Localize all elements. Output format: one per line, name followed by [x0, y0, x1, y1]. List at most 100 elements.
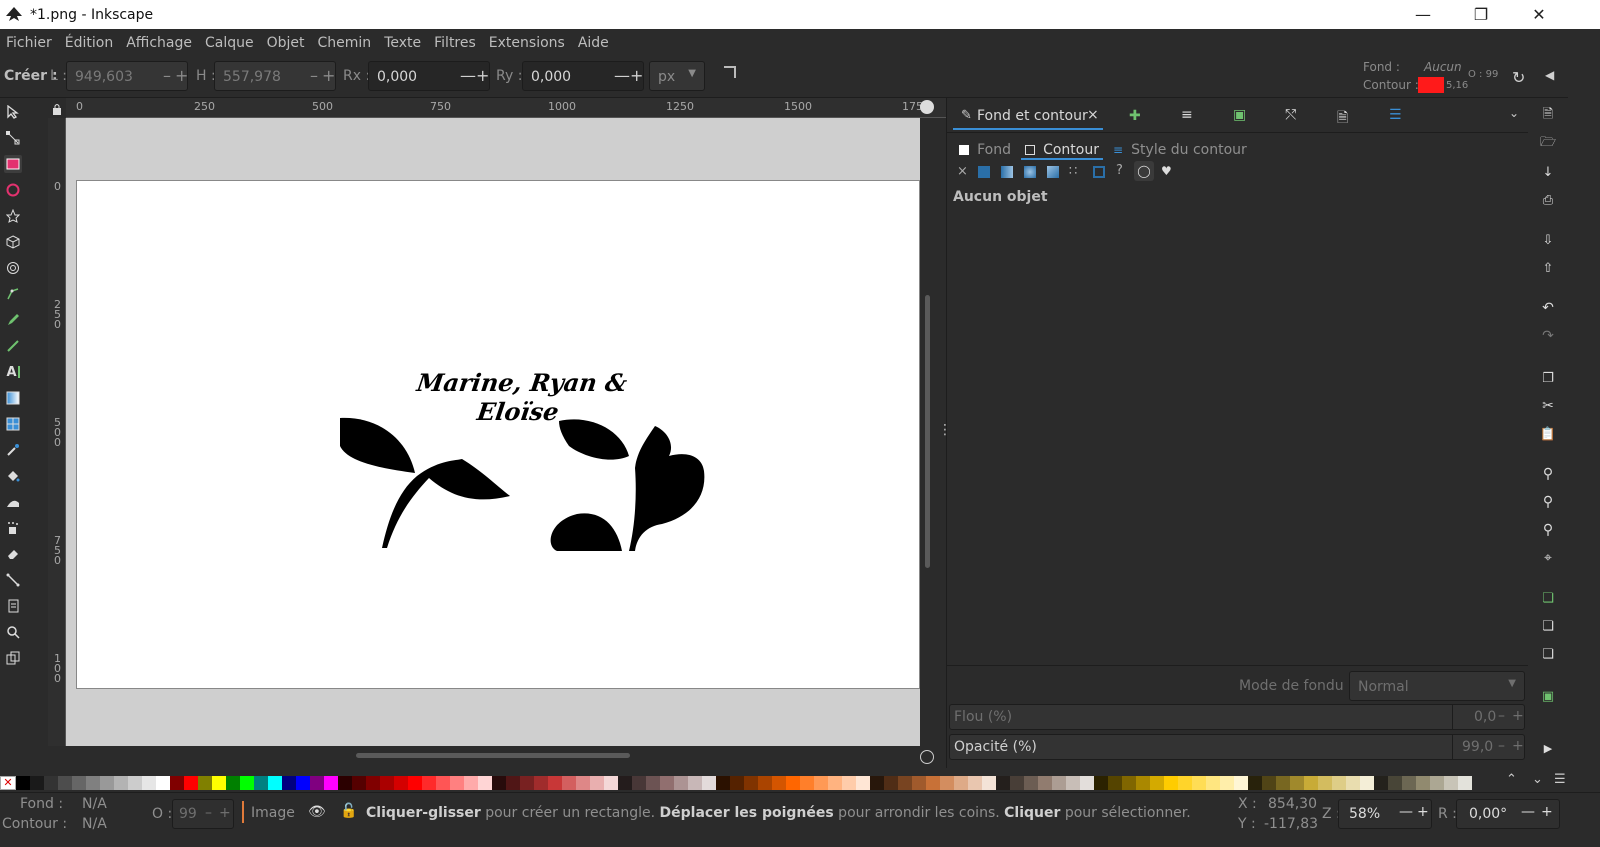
- menu-calque[interactable]: Calque: [205, 35, 254, 51]
- group-icon[interactable]: ▣: [1540, 688, 1556, 704]
- ry-minus-button[interactable]: —: [614, 66, 630, 85]
- document-page[interactable]: Marine, Ryan & Eloïse: [76, 180, 920, 689]
- palette-swatch[interactable]: [324, 776, 338, 790]
- node-tool-icon[interactable]: [4, 129, 22, 147]
- palette-swatch[interactable]: [380, 776, 394, 790]
- menu-chemin[interactable]: Chemin: [318, 35, 372, 51]
- palette-swatch[interactable]: [548, 776, 562, 790]
- print-icon[interactable]: ⎙: [1540, 192, 1556, 208]
- flat-color-icon[interactable]: [978, 166, 990, 178]
- spiral-tool-icon[interactable]: [4, 259, 22, 277]
- palette-swatch[interactable]: [1276, 776, 1290, 790]
- palette-swatch[interactable]: [170, 776, 184, 790]
- palette-swatch[interactable]: [716, 776, 730, 790]
- rx-minus-button[interactable]: —: [460, 66, 476, 85]
- palette-swatch[interactable]: [450, 776, 464, 790]
- palette-swatch[interactable]: [730, 776, 744, 790]
- palette-swatch[interactable]: [198, 776, 212, 790]
- palette-swatch[interactable]: [688, 776, 702, 790]
- palette-swatch[interactable]: [996, 776, 1010, 790]
- palette-scroll-up-icon[interactable]: ⌃: [1506, 772, 1517, 787]
- eraser-tool-icon[interactable]: [4, 545, 22, 563]
- zoom-center-icon[interactable]: ⌖: [1540, 550, 1556, 566]
- palette-swatch[interactable]: [520, 776, 534, 790]
- palette-swatch[interactable]: [310, 776, 324, 790]
- unit-select[interactable]: px ▼: [649, 61, 705, 91]
- palette-scroll-down-icon[interactable]: ⌄: [1532, 772, 1543, 787]
- palette-swatch[interactable]: [982, 776, 996, 790]
- bezier-tool-icon[interactable]: [4, 285, 22, 303]
- menu-extensions[interactable]: Extensions: [489, 35, 565, 51]
- palette-swatch[interactable]: [114, 776, 128, 790]
- pencil-tool-icon[interactable]: [4, 311, 22, 329]
- align-dialog-icon[interactable]: ≡: [1181, 107, 1193, 123]
- palette-swatch[interactable]: [786, 776, 800, 790]
- export-dialog-icon[interactable]: ▣: [1233, 107, 1246, 123]
- menu-objet[interactable]: Objet: [267, 35, 305, 51]
- display-mode-icon[interactable]: [920, 750, 934, 764]
- palette-swatch[interactable]: [1206, 776, 1220, 790]
- palette-swatch[interactable]: [870, 776, 884, 790]
- connector-tool-icon[interactable]: [4, 571, 22, 589]
- menu-edition[interactable]: Édition: [65, 35, 113, 51]
- zoom-input[interactable]: 58% — +: [1338, 799, 1432, 829]
- palette-swatch[interactable]: [1248, 776, 1262, 790]
- rx-plus-button[interactable]: +: [476, 66, 489, 85]
- unlink-clone-icon[interactable]: ❏: [1540, 646, 1556, 662]
- fill-rule-evenodd-icon[interactable]: ◯: [1134, 161, 1154, 181]
- palette-swatch[interactable]: [1430, 776, 1444, 790]
- palette-swatch[interactable]: [436, 776, 450, 790]
- palette-swatch[interactable]: [926, 776, 940, 790]
- zoom-tool-icon[interactable]: [4, 623, 22, 641]
- palette-menu-icon[interactable]: ☰: [1554, 772, 1566, 787]
- mesh-tool-icon[interactable]: [4, 415, 22, 433]
- menu-aide[interactable]: Aide: [578, 35, 609, 51]
- width-plus-button[interactable]: +: [175, 66, 188, 85]
- palette-swatch[interactable]: [254, 776, 268, 790]
- mesh-gradient-icon[interactable]: [1047, 166, 1059, 178]
- vertical-scrollbar[interactable]: ⋮: [920, 118, 952, 746]
- palette-swatch[interactable]: [1066, 776, 1080, 790]
- palette-swatch[interactable]: [212, 776, 226, 790]
- blur-value[interactable]: 0,0: [1474, 709, 1496, 725]
- ry-plus-button[interactable]: +: [630, 66, 643, 85]
- palette-swatch[interactable]: [744, 776, 758, 790]
- palette-swatch[interactable]: [506, 776, 520, 790]
- spray-tool-icon[interactable]: [4, 519, 22, 537]
- paste-icon[interactable]: 📋: [1540, 426, 1556, 442]
- palette-swatch[interactable]: [72, 776, 86, 790]
- close-button[interactable]: ✕: [1510, 0, 1568, 29]
- palette-swatch[interactable]: [352, 776, 366, 790]
- star-tool-icon[interactable]: [4, 207, 22, 225]
- palette-swatch[interactable]: [1402, 776, 1416, 790]
- layer-lock-icon[interactable]: 🔓: [340, 803, 357, 819]
- palette-swatch[interactable]: [1122, 776, 1136, 790]
- palette-swatch[interactable]: [1416, 776, 1430, 790]
- blur-minus-button[interactable]: –: [1498, 708, 1505, 724]
- subtab-fond[interactable]: Fond: [959, 139, 1011, 159]
- zoom-drawing-icon[interactable]: ⚲: [1540, 494, 1556, 510]
- palette-swatch[interactable]: [1290, 776, 1304, 790]
- palette-swatch[interactable]: [1052, 776, 1066, 790]
- palette-swatch[interactable]: [1262, 776, 1276, 790]
- close-tab-icon[interactable]: ×: [1087, 107, 1099, 123]
- palette-swatch[interactable]: [758, 776, 772, 790]
- palette-swatch[interactable]: [576, 776, 590, 790]
- palette-swatch[interactable]: [1024, 776, 1038, 790]
- palette-swatch[interactable]: [1108, 776, 1122, 790]
- palette-swatch[interactable]: [1192, 776, 1206, 790]
- undo-icon[interactable]: ↶: [1540, 300, 1556, 316]
- palette-swatch[interactable]: [1388, 776, 1402, 790]
- xml-editor-icon[interactable]: ⤲: [1285, 107, 1296, 123]
- no-paint-swatch-icon[interactable]: ✕: [0, 776, 16, 790]
- palette-swatch[interactable]: [86, 776, 100, 790]
- palette-swatch[interactable]: [366, 776, 380, 790]
- palette-swatch[interactable]: [1136, 776, 1150, 790]
- palette-swatch[interactable]: [296, 776, 310, 790]
- palette-swatch[interactable]: [394, 776, 408, 790]
- palette-swatch[interactable]: [100, 776, 114, 790]
- swatch-icon[interactable]: [1093, 166, 1105, 178]
- palette-swatch[interactable]: [1038, 776, 1052, 790]
- selector-tool-icon[interactable]: [4, 103, 22, 121]
- palette-swatch[interactable]: [660, 776, 674, 790]
